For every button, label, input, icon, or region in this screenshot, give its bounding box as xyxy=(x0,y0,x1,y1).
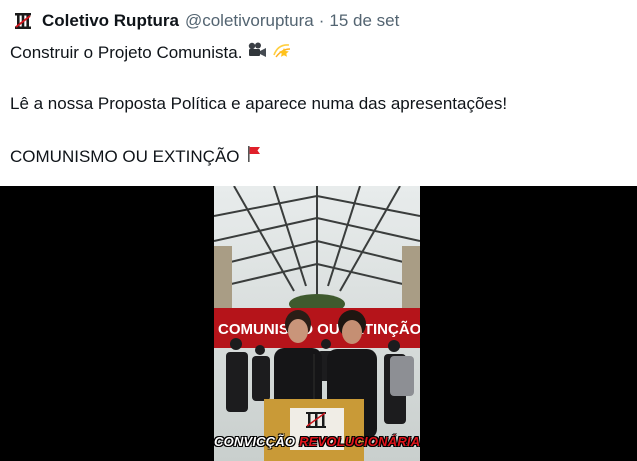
author-name[interactable]: Coletivo Ruptura xyxy=(42,11,179,31)
author-handle[interactable]: @coletivoruptura xyxy=(185,11,314,31)
video-player[interactable]: COMUNISMO OU EXTINÇÃO CONVICÇÃO REVOLUCI… xyxy=(214,186,420,461)
caption-red-text: REVOLUCIONÁRIA xyxy=(299,434,420,449)
avatar[interactable] xyxy=(12,10,34,32)
dizzy-star-icon xyxy=(272,41,292,64)
tweet-text-line-3: COMUNISMO OU EXTINÇÃO xyxy=(10,145,263,168)
tweet-header: Coletivo Ruptura @coletivoruptura · 15 d… xyxy=(12,10,399,32)
movie-camera-icon xyxy=(247,41,267,64)
media-container[interactable]: COMUNISMO OU EXTINÇÃO CONVICÇÃO REVOLUCI… xyxy=(0,186,637,461)
tweet-line-3: COMUNISMO OU EXTINÇÃO xyxy=(10,146,240,166)
video-frame-image: COMUNISMO OU EXTINÇÃO xyxy=(214,186,420,461)
caption-white-text: CONVICÇÃO xyxy=(214,434,296,449)
tweet-line-1: Construir o Projeto Comunista. xyxy=(10,42,243,62)
tweet-text-line-2: Lê a nossa Proposta Política e aparece n… xyxy=(10,94,507,114)
video-caption: CONVICÇÃO REVOLUCIONÁRIA xyxy=(214,434,420,449)
banner-text: COMUNISMO OU EXTINÇÃO xyxy=(218,320,420,338)
red-flag-icon xyxy=(245,145,263,168)
timestamp[interactable]: 15 de set xyxy=(329,11,399,31)
tweet-line-2: Lê a nossa Proposta Política e aparece n… xyxy=(10,94,508,113)
avatar-logo-icon xyxy=(15,13,31,29)
tweet-text-line-1: Construir o Projeto Comunista. xyxy=(10,41,292,64)
separator-dot: · xyxy=(318,11,325,30)
